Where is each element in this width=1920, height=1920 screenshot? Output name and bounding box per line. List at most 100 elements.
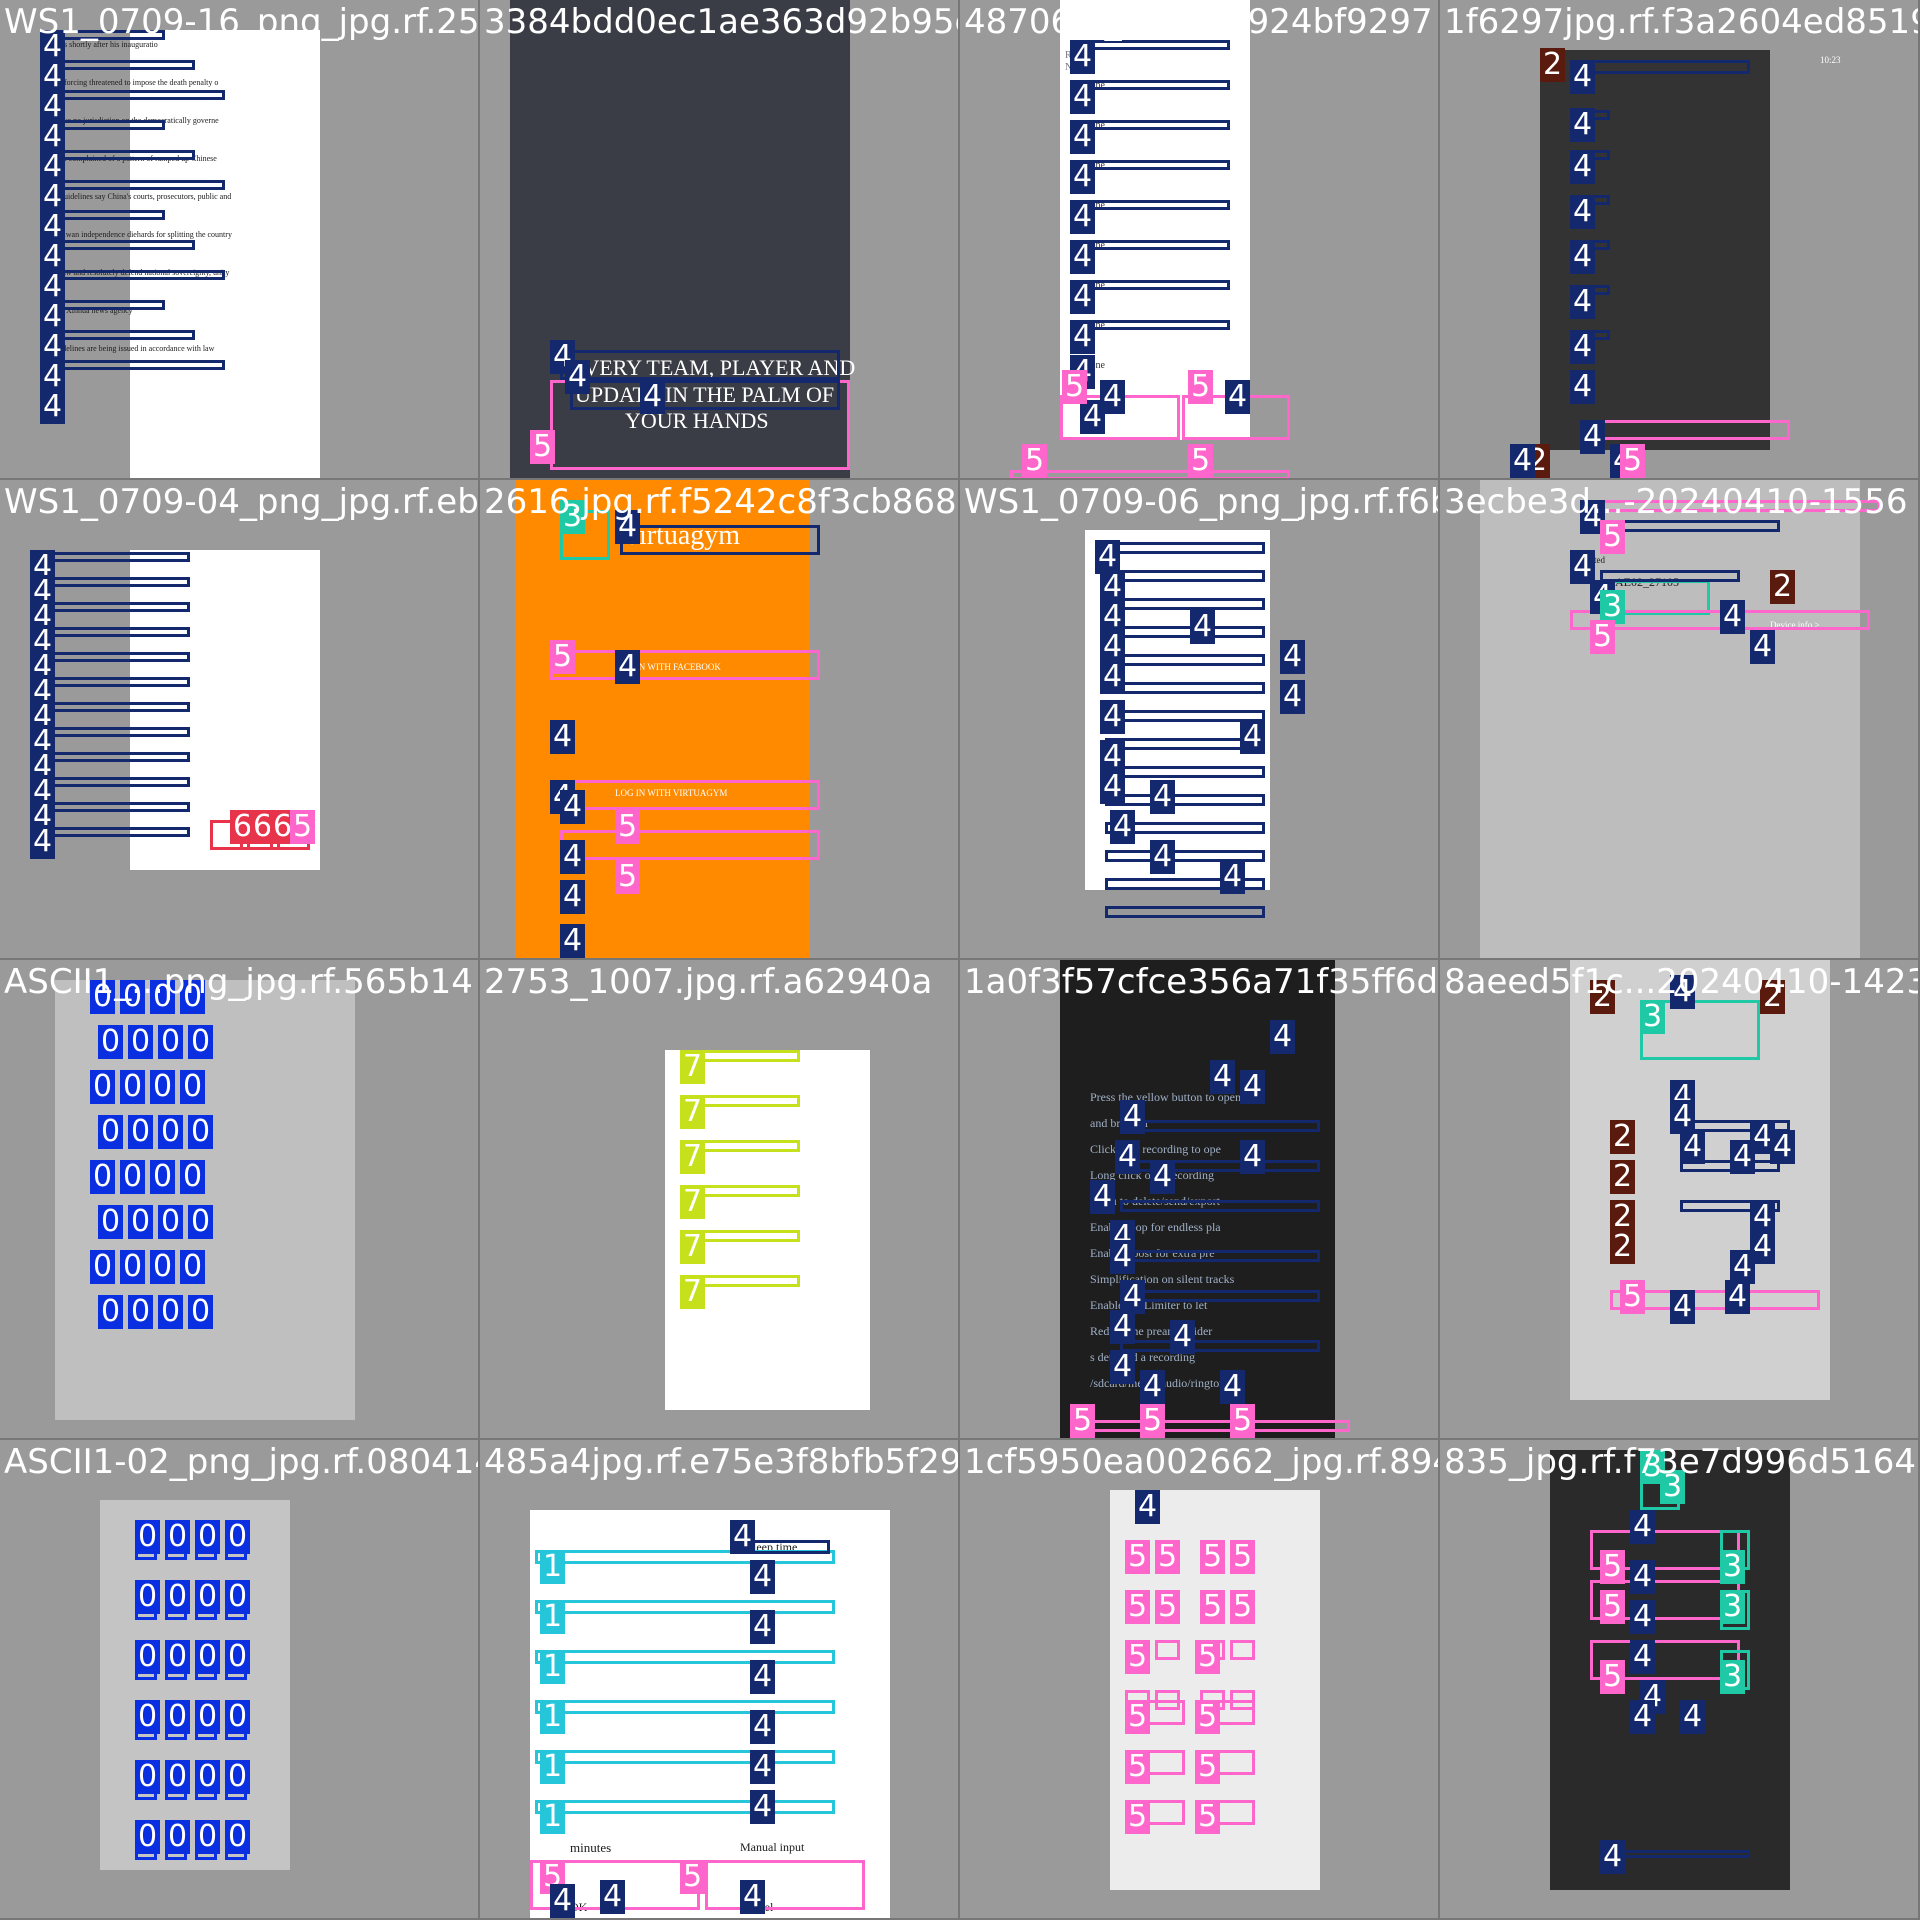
class-label: 0 [225,1820,251,1854]
annotation-box [1105,626,1265,638]
tile-title: ASCII1-02_png_jpg.rf.080414 [4,1442,480,1482]
class-label: 5 [615,860,641,894]
annotation-box [1570,60,1750,74]
class-label: 4 [1570,108,1596,142]
class-label: 0 [165,1700,191,1734]
screen-text: 10:23 [1820,55,1841,65]
class-label: 7 [680,1185,706,1219]
class-label: 0 [135,1640,161,1674]
annotation-box [535,1800,835,1814]
annotation-box [1080,80,1230,90]
class-label: 4 [1280,680,1306,714]
class-label: 1 [540,1650,566,1684]
class-label: 4 [1100,660,1126,694]
class-label: 2 [1610,1160,1636,1194]
annotation-box [1120,1120,1320,1132]
annotation-box [45,360,225,370]
annotation-box [560,830,820,860]
class-label: 4 [1630,1560,1656,1594]
tile-title: 835_jpg.rf.f73e7d996d51646 [1444,1442,1920,1482]
mosaic-tile: 1a0f3f57cfce356a71f35ff6db6bfPress the y… [960,960,1440,1440]
class-label: 0 [135,1760,161,1794]
class-label: 0 [98,1115,124,1149]
class-label: 4 [1100,380,1126,414]
class-label: 4 [1070,160,1096,194]
annotation-box [550,650,820,680]
class-label: 4 [730,1520,756,1554]
class-label: 4 [1110,1310,1136,1344]
mosaic-tile: 48706..._57ebc1924bf9297RepNovitoneitone… [960,0,1440,480]
class-label: 5 [1125,1640,1151,1674]
tile-title: 1f6297jpg.rf.f3a2604ed85196 [1444,2,1920,42]
class-label: 0 [165,1820,191,1854]
class-label: 4 [1570,550,1596,584]
mosaic-tile: 2616.jpg.rf.f5242c8f3cb868267virtuagymLO… [480,480,960,960]
class-label: 0 [195,1520,221,1554]
class-label: 0 [98,1295,124,1329]
annotation-box [1120,1340,1320,1352]
annotation-box [40,752,190,762]
annotation-box [750,1540,830,1554]
class-label: 5 [1195,1700,1221,1734]
class-label: 5 [1195,1640,1221,1674]
annotation-box [40,777,190,787]
mosaic-tile: 2753_1007.jpg.rf.a62940a 7 7 7 7 7 7 [480,960,960,1440]
class-label: 0 [135,1700,161,1734]
annotation-box [1590,420,1790,440]
class-label: 5 [1140,1404,1166,1438]
class-label: 0 [98,1025,124,1059]
class-label: 0 [90,1070,116,1104]
class-label: 4 [1220,860,1246,894]
class-label: 4 [1070,320,1096,354]
class-label: 5 [1188,370,1214,404]
class-label: 0 [128,1295,154,1329]
class-label: 4 [1680,1700,1706,1734]
class-label: 5 [550,640,576,674]
class-label: 4 [1100,770,1126,804]
screen-text: Manual input [740,1840,805,1854]
mosaic-grid: WS1_0709-16_png_jpg.rf.2563384bd04507826… [0,0,1920,1920]
tile-title: WS1_0709-04_png_jpg.rf.eb2616 [4,482,479,522]
class-label: 5 [1600,1590,1626,1624]
class-label: 0 [120,1160,146,1194]
screen-text: idelines are being issued in accordance … [60,344,215,353]
annotation-box [45,90,225,100]
class-label: 4 [1150,780,1176,814]
annotation-box [40,552,190,562]
class-label: 0 [128,1025,154,1059]
class-label: 2 [1610,1120,1636,1154]
class-label: 4 [550,1884,576,1918]
annotation-box [40,652,190,662]
annotation-box [1600,570,1740,582]
class-label: 0 [150,1160,176,1194]
mosaic-tile: 8aeed5f1c...20240410-1423 4 2 2 3 4 4 4 4 4 4 4 4 4 4 2… [1440,960,1920,1440]
class-label: 5 [1600,1660,1626,1694]
class-label: 4 [1070,280,1096,314]
class-label: 4 [615,650,641,684]
class-label: 4 [1070,120,1096,154]
class-label: 4 [1670,1290,1696,1324]
class-label: 4 [1570,60,1596,94]
class-label: 7 [680,1095,706,1129]
class-label: 0 [225,1760,251,1794]
class-label: 4 [640,380,666,414]
class-label: 0 [90,1250,116,1284]
annotation-box [1105,906,1265,918]
class-label: 0 [180,1070,206,1104]
class-label: 0 [188,1025,214,1059]
class-label: 5 [1155,1590,1181,1624]
class-label: 5 [290,810,316,844]
mosaic-tile: WS1_0709-04_png_jpg.rf.eb261644444444444… [0,480,480,960]
class-label: 5 [1590,620,1616,654]
mosaic-tile: 485a4jpg.rf.e75e3f8bfb5f29f059Set sleep … [480,1440,960,1920]
class-label: 4 [1240,1070,1266,1104]
annotation-box [1010,470,1290,478]
class-label: 4 [1100,700,1126,734]
class-label: 4 [30,825,56,859]
tile-title: 1a0f3f57cfce356a71f35ff6db6bf [964,962,1439,1002]
class-label: 4 [750,1660,776,1694]
class-label: 5 [1070,1404,1096,1438]
tile-title: 2753_1007.jpg.rf.a62940a [484,962,933,1002]
class-label: 7 [680,1230,706,1264]
class-label: 1 [540,1750,566,1784]
